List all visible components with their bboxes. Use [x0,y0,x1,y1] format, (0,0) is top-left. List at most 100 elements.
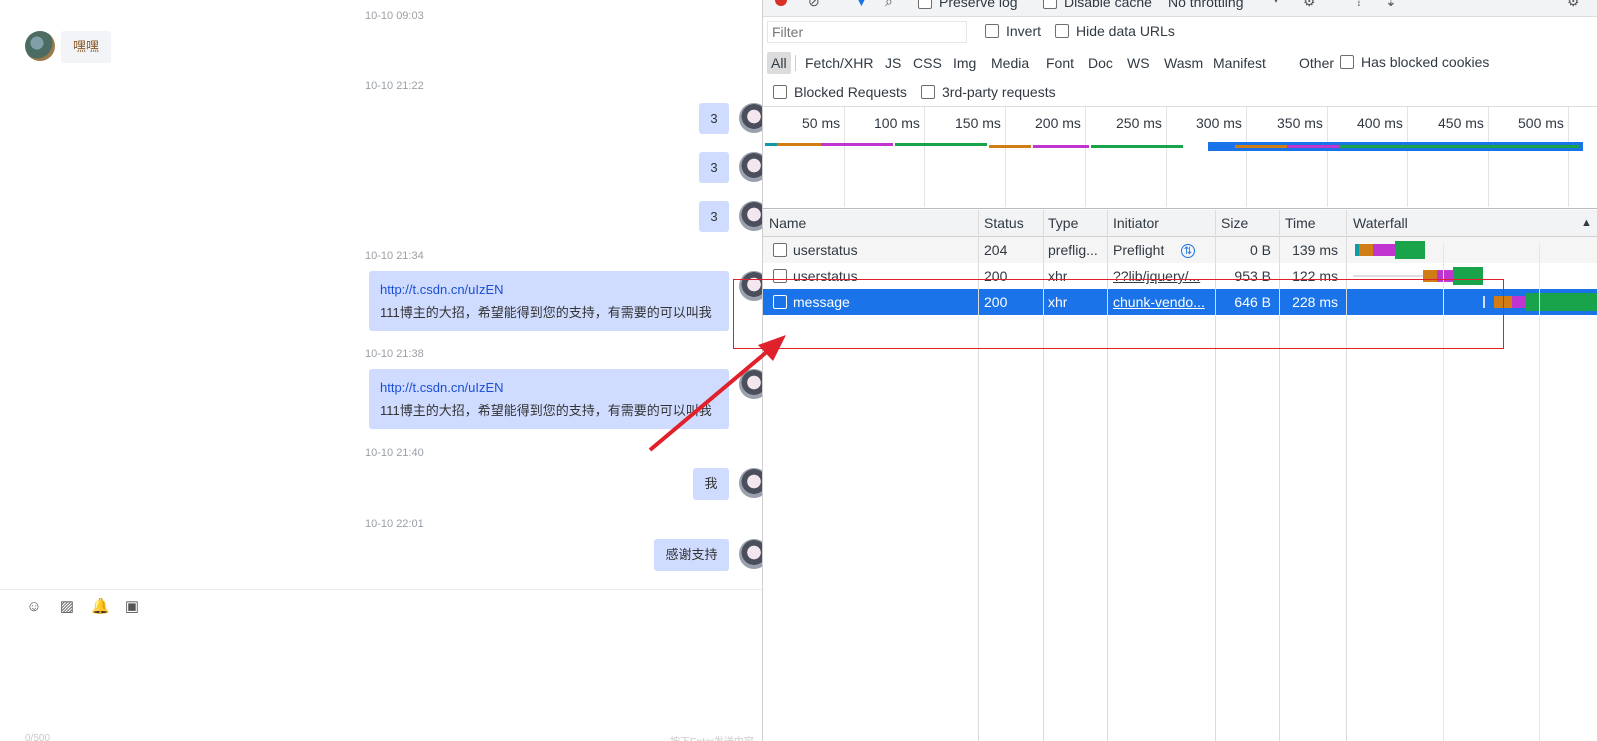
message-bubble: 3 [699,103,729,134]
request-name: userstatus [793,242,858,258]
record-icon[interactable] [775,0,787,6]
network-conditions-icon[interactable]: ⚙ [1303,0,1316,10]
my-avatar[interactable] [739,539,762,569]
hide-data-urls-option[interactable]: Hide data URLs [1055,23,1175,39]
timeline-tick: 350 ms [1277,115,1323,131]
send-hint: 按下Enter发送内容 [670,733,754,741]
preserve-log-option[interactable]: Preserve log [918,0,1018,10]
type-filter-js[interactable]: JS [885,52,901,74]
message-timestamp: 10-10 21:38 [365,348,424,360]
type-filter-fetch-xhr[interactable]: Fetch/XHR [805,52,873,74]
gear-icon[interactable]: ⚙ [1567,0,1580,10]
file-icon [773,243,787,257]
invert-option[interactable]: Invert [985,23,1041,39]
timeline-tick: 50 ms [802,115,841,131]
column-status[interactable]: Status [984,210,1024,236]
annotation-arrow [648,335,786,452]
message-link[interactable]: http://t.csdn.cn/uIzEN [380,278,718,301]
filter-input[interactable]: Filter [767,21,967,43]
third-party-requests-option[interactable]: 3rd-party requests [921,84,1056,100]
type-filter-img[interactable]: Img [953,52,976,74]
message-bubble: http://t.csdn.cn/uIzEN 111博主的大招，希望能得到您的支… [369,271,729,331]
hide-data-urls-checkbox[interactable] [1055,24,1069,39]
request-table-header: Name Status Type Initiator Size Time Wat… [763,210,1597,237]
message-timestamp: 10-10 21:40 [365,447,424,459]
request-row[interactable]: userstatus 204 preflig... Preflight ⇅ 0 … [763,237,1597,263]
timeline-tick: 200 ms [1035,115,1081,131]
message-text: 111博主的大招，希望能得到您的支持，有需要的可以叫我 [380,305,712,320]
timeline-tick: 250 ms [1116,115,1162,131]
my-avatar[interactable] [739,201,762,231]
type-filter-media[interactable]: Media [991,52,1029,74]
type-filter-manifest[interactable]: Manifest [1213,52,1266,74]
timeline-tick: 400 ms [1357,115,1403,131]
column-waterfall[interactable]: Waterfall [1353,210,1408,236]
message-timestamp: 10-10 21:22 [365,80,424,92]
timeline-tick: 500 ms [1518,115,1564,131]
request-initiator: Preflight [1113,242,1165,258]
filter-icon[interactable]: ▼ [855,0,868,9]
disable-cache-option[interactable]: Disable cache [1043,0,1152,10]
disable-cache-checkbox[interactable] [1043,0,1057,10]
waterfall-bar [1359,244,1373,256]
has-blocked-cookies-checkbox[interactable] [1340,55,1354,70]
blocked-requests-checkbox[interactable] [773,85,787,100]
image-icon[interactable]: ▨ [58,598,76,616]
my-avatar[interactable] [739,468,762,498]
type-filter-font[interactable]: Font [1046,52,1074,74]
import-icon[interactable]: ⇡ [1353,0,1365,10]
bell-icon[interactable]: 🔔 [91,598,110,616]
timeline-tick: 150 ms [955,115,1001,131]
highlight-box [733,279,1504,349]
column-type[interactable]: Type [1048,210,1078,236]
chevron-down-icon[interactable]: ▾ [1273,0,1279,6]
type-filter-all[interactable]: All [767,52,791,74]
column-time[interactable]: Time [1285,210,1316,236]
emoji-icon[interactable]: ☺ [25,598,43,616]
column-initiator[interactable]: Initiator [1113,210,1159,236]
waterfall-bar [1353,275,1423,277]
timeline-tick: 450 ms [1438,115,1484,131]
message-bubble: 我 [693,468,729,500]
request-size: 0 B [1249,242,1271,258]
has-blocked-cookies-option[interactable]: Has blocked cookies [1340,54,1489,70]
invert-checkbox[interactable] [985,24,999,39]
message-bubble: 3 [699,201,729,232]
divider [795,55,796,71]
message-bubble: 嘿嘿 [61,31,112,63]
search-icon[interactable]: ⌕ [885,0,893,10]
column-name[interactable]: Name [769,210,806,236]
type-filter-css[interactable]: CSS [913,52,942,74]
column-size[interactable]: Size [1221,210,1248,236]
timeline-overview[interactable]: 50 ms 100 ms 150 ms 200 ms 250 ms 300 ms… [763,106,1597,209]
type-filter-other[interactable]: Other [1299,52,1334,74]
preserve-log-checkbox[interactable] [918,0,932,10]
third-party-requests-checkbox[interactable] [921,85,935,100]
preflight-icon[interactable]: ⇅ [1181,244,1195,258]
clear-icon[interactable]: ⊘ [808,0,820,10]
contact-avatar[interactable] [25,31,55,61]
filter-row: Filter Invert Hide data URLs [763,18,1597,46]
type-filter-doc[interactable]: Doc [1088,52,1113,74]
sort-up-icon[interactable]: ▲ [1581,210,1592,236]
message-bubble: 3 [699,152,729,183]
my-avatar[interactable] [739,152,762,182]
request-type: preflig... [1048,242,1098,258]
my-avatar[interactable] [739,103,762,133]
timeline-tick: 300 ms [1196,115,1242,131]
type-filter-ws[interactable]: WS [1127,52,1150,74]
throttling-select[interactable]: No throttling [1168,0,1243,10]
waterfall-bar [1373,244,1395,256]
timeline-tick: 100 ms [874,115,920,131]
message-timestamp: 10-10 21:34 [365,250,424,262]
package-icon[interactable]: ▣ [123,598,141,616]
message-timestamp: 10-10 09:03 [365,10,424,22]
char-count: 0/500 [25,733,51,741]
type-filter-wasm[interactable]: Wasm [1164,52,1203,74]
message-bubble: 感谢支持 [654,539,729,571]
blocked-requests-option[interactable]: Blocked Requests [773,84,907,100]
request-time: 139 ms [1292,242,1338,258]
export-icon[interactable]: ⇣ [1385,0,1397,10]
request-status: 204 [984,242,1008,258]
network-toolbar: ⊘ ▼ ⌕ Preserve log Disable cache No thro… [763,0,1597,17]
